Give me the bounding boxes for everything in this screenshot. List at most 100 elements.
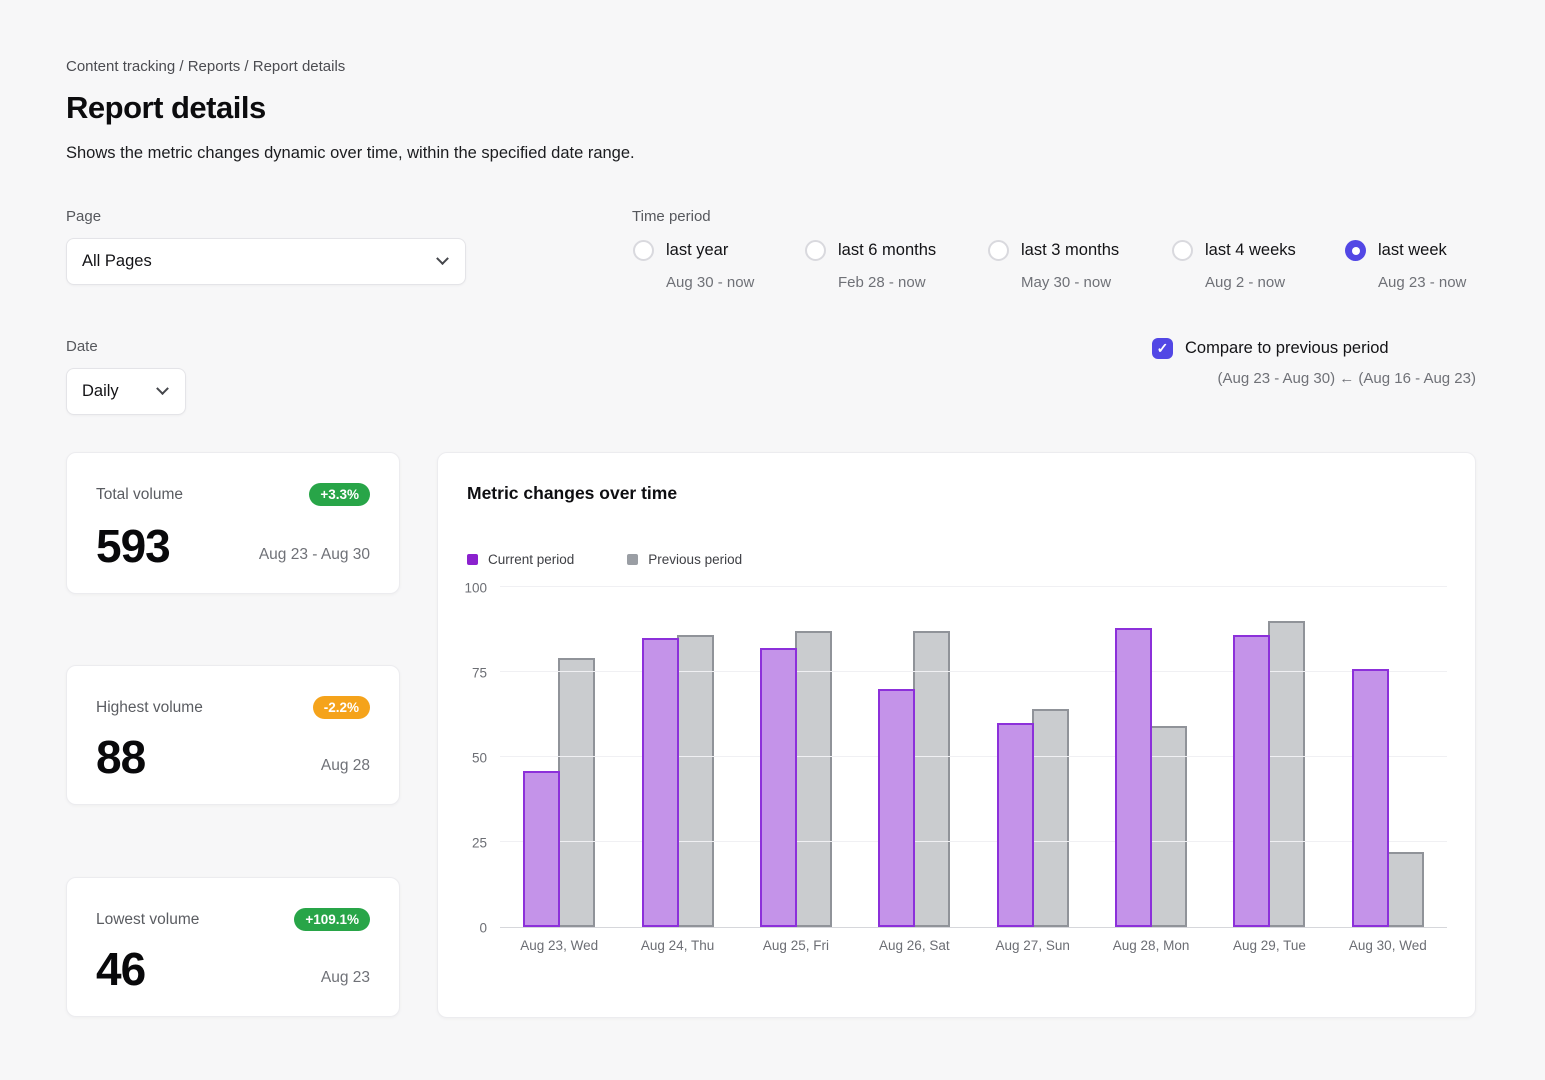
- bar-group-aug-23-wed: [500, 588, 618, 927]
- legend-swatch-icon: [627, 554, 638, 565]
- bar-current-period[interactable]: [1352, 669, 1389, 927]
- compare-section: ✓ Compare to previous period (Aug 23 - A…: [1152, 338, 1476, 387]
- bar-previous-period[interactable]: [1032, 709, 1069, 927]
- date-select[interactable]: Daily: [66, 368, 186, 415]
- bar-group-aug-29-tue: [1210, 588, 1328, 927]
- status-badge: +3.3%: [309, 483, 370, 506]
- bar-current-period[interactable]: [878, 689, 915, 927]
- bar-previous-period[interactable]: [558, 658, 595, 927]
- bar-group-aug-30-wed: [1329, 588, 1447, 927]
- chevron-down-icon: [156, 382, 169, 395]
- chart-title: Metric changes over time: [467, 483, 677, 504]
- legend-label: Current period: [488, 552, 574, 567]
- bar-previous-period[interactable]: [1268, 621, 1305, 927]
- x-axis-tick-label: Aug 25, Fri: [737, 938, 855, 953]
- lowest-volume-card: Lowest volume +109.1% 46 Aug 23: [66, 877, 400, 1017]
- date-select-value: Daily: [82, 382, 119, 401]
- compare-checkbox[interactable]: ✓: [1152, 338, 1173, 359]
- metric-chart-panel: Metric changes over time Current period P…: [437, 452, 1476, 1018]
- time-period-option-last-year[interactable]: last year Aug 30 - now: [633, 240, 754, 291]
- bar-group-aug-26-sat: [855, 588, 973, 927]
- bar-group-aug-25-fri: [737, 588, 855, 927]
- time-period-option-last-6-months[interactable]: last 6 months Feb 28 - now: [805, 240, 936, 291]
- time-period-option-label: last 3 months: [1021, 241, 1119, 260]
- card-label: Lowest volume: [96, 911, 199, 929]
- card-label: Total volume: [96, 486, 183, 504]
- breadcrumb[interactable]: Content tracking / Reports / Report deta…: [66, 58, 345, 75]
- radio-last-week[interactable]: [1345, 240, 1366, 261]
- status-badge: -2.2%: [313, 696, 370, 719]
- time-period-option-label: last 4 weeks: [1205, 241, 1296, 260]
- chevron-down-icon: [436, 252, 449, 265]
- bar-group-aug-24-thu: [618, 588, 736, 927]
- bar-current-period[interactable]: [1233, 635, 1270, 927]
- page-select[interactable]: All Pages: [66, 238, 466, 285]
- time-period-option-range: Aug 23 - now: [1378, 274, 1466, 291]
- x-axis-tick-label: Aug 26, Sat: [855, 938, 973, 953]
- page-field-label: Page: [66, 208, 101, 225]
- legend-label: Previous period: [648, 552, 742, 567]
- x-axis-tick-label: Aug 24, Thu: [618, 938, 736, 953]
- bar-group-aug-28-mon: [1092, 588, 1210, 927]
- y-axis-tick-label: 75: [472, 666, 487, 681]
- time-period-option-label: last year: [666, 241, 728, 260]
- legend-swatch-icon: [467, 554, 478, 565]
- chart-legend: Current period Previous period: [467, 552, 742, 567]
- bar-previous-period[interactable]: [913, 631, 950, 927]
- time-period-option-range: Aug 30 - now: [666, 274, 754, 291]
- time-period-label: Time period: [632, 208, 711, 225]
- report-details-page: Content tracking / Reports / Report deta…: [0, 0, 1545, 1080]
- chart-plot-area: 0255075100: [500, 588, 1447, 928]
- card-date: Aug 28: [321, 757, 370, 780]
- bar-current-period[interactable]: [523, 771, 560, 927]
- page-select-value: All Pages: [82, 252, 152, 271]
- x-axis-tick-label: Aug 27, Sun: [974, 938, 1092, 953]
- card-value: 593: [96, 523, 170, 569]
- time-period-option-range: Feb 28 - now: [838, 274, 936, 291]
- page-title: Report details: [66, 90, 266, 126]
- bar-previous-period[interactable]: [795, 631, 832, 927]
- y-axis-tick-label: 0: [479, 921, 487, 936]
- bar-current-period[interactable]: [1115, 628, 1152, 927]
- time-period-option-last-3-months[interactable]: last 3 months May 30 - now: [988, 240, 1119, 291]
- x-axis-tick-label: Aug 29, Tue: [1210, 938, 1328, 953]
- radio-last-4-weeks[interactable]: [1172, 240, 1193, 261]
- card-date: Aug 23 - Aug 30: [259, 546, 370, 569]
- legend-item-current-period: Current period: [467, 552, 574, 567]
- card-value: 46: [96, 946, 145, 992]
- x-axis-tick-label: Aug 30, Wed: [1329, 938, 1447, 953]
- bar-group-aug-27-sun: [974, 588, 1092, 927]
- time-period-option-range: May 30 - now: [1021, 274, 1119, 291]
- date-field-label: Date: [66, 338, 98, 355]
- bar-previous-period[interactable]: [677, 635, 714, 927]
- compare-detail: (Aug 23 - Aug 30) ← (Aug 16 - Aug 23): [1152, 370, 1476, 387]
- legend-item-previous-period: Previous period: [627, 552, 742, 567]
- y-axis-tick-label: 100: [464, 581, 487, 596]
- bar-current-period[interactable]: [642, 638, 679, 927]
- bar-current-period[interactable]: [760, 648, 797, 927]
- radio-last-year[interactable]: [633, 240, 654, 261]
- chart-x-axis-labels: Aug 23, WedAug 24, ThuAug 25, FriAug 26,…: [500, 938, 1447, 953]
- bar-current-period[interactable]: [997, 723, 1034, 927]
- time-period-option-label: last 6 months: [838, 241, 936, 260]
- time-period-option-range: Aug 2 - now: [1205, 274, 1296, 291]
- status-badge: +109.1%: [294, 908, 370, 931]
- time-period-option-last-week[interactable]: last week Aug 23 - now: [1345, 240, 1466, 291]
- card-label: Highest volume: [96, 699, 203, 717]
- time-period-option-last-4-weeks[interactable]: last 4 weeks Aug 2 - now: [1172, 240, 1296, 291]
- gridline: [500, 586, 1447, 587]
- y-axis-tick-label: 50: [472, 751, 487, 766]
- x-axis-tick-label: Aug 23, Wed: [500, 938, 618, 953]
- highest-volume-card: Highest volume -2.2% 88 Aug 28: [66, 665, 400, 805]
- card-date: Aug 23: [321, 969, 370, 992]
- page-subtitle: Shows the metric changes dynamic over ti…: [66, 144, 635, 163]
- time-period-option-label: last week: [1378, 241, 1447, 260]
- y-axis-tick-label: 25: [472, 836, 487, 851]
- card-value: 88: [96, 734, 145, 780]
- radio-last-3-months[interactable]: [988, 240, 1009, 261]
- total-volume-card: Total volume +3.3% 593 Aug 23 - Aug 30: [66, 452, 400, 594]
- radio-last-6-months[interactable]: [805, 240, 826, 261]
- compare-checkbox-row[interactable]: ✓ Compare to previous period: [1152, 338, 1476, 359]
- compare-label: Compare to previous period: [1185, 339, 1389, 358]
- bar-previous-period[interactable]: [1387, 852, 1424, 927]
